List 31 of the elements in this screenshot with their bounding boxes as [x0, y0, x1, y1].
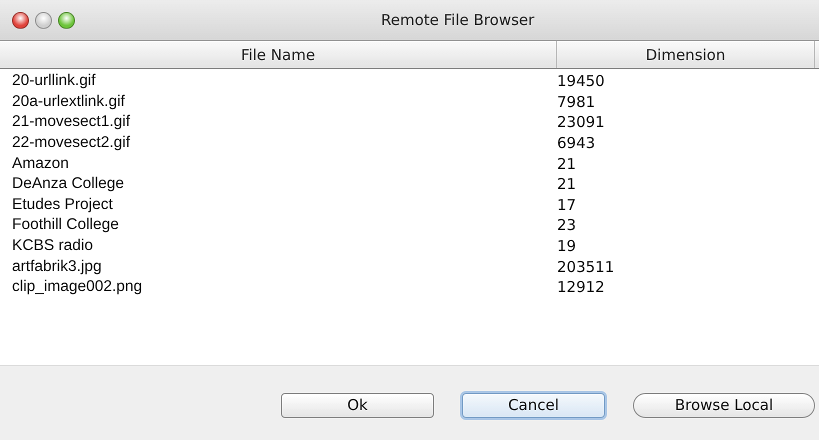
- table-cell: 7981: [557, 92, 596, 111]
- table-cell-text: Amazon: [11, 154, 70, 173]
- dialog-button[interactable]: Cancel: [462, 392, 605, 418]
- browse-button[interactable]: Browse Local: [633, 392, 815, 418]
- close-icon[interactable]: [12, 12, 29, 28]
- table-cell-text: 22-movesect2.gif: [11, 134, 132, 152]
- table-cell: 12912: [557, 278, 605, 296]
- table-cell-text: Foothill College: [11, 216, 120, 234]
- table-cell: 21: [557, 154, 576, 173]
- column-header[interactable]: Dimension: [557, 41, 815, 68]
- table-cell-text: Etudes Project: [11, 196, 114, 214]
- table-cell: 19450: [557, 72, 605, 90]
- table-cell: 23: [557, 216, 576, 234]
- table-cell-text: 20-urllink.gif: [11, 72, 97, 90]
- table-cell-text: clip_image002.png: [11, 278, 144, 296]
- table-cell: 21: [557, 175, 576, 194]
- minimize-icon[interactable]: [35, 12, 52, 28]
- window-title: Remote File Browser: [381, 11, 534, 29]
- table-cell: 203511: [557, 258, 614, 276]
- table-cell-text: KCBS radio: [11, 237, 94, 256]
- column-header[interactable]: File Name: [0, 41, 557, 68]
- table-cell-text: DeAnza College: [11, 175, 126, 194]
- table-cell: 6943: [557, 134, 596, 152]
- table-cell: 19: [557, 237, 576, 256]
- table-cell-text: 21-movesect1.gif: [11, 113, 132, 132]
- table-cell-text: artfabrik3.jpg: [11, 258, 103, 276]
- table-cell: 17: [557, 196, 576, 214]
- zoom-icon[interactable]: [58, 12, 75, 28]
- table-cell-text: 20a-urlextlink.gif: [11, 92, 126, 111]
- dialog-button[interactable]: Ok: [281, 392, 434, 418]
- table-cell: 23091: [557, 113, 605, 132]
